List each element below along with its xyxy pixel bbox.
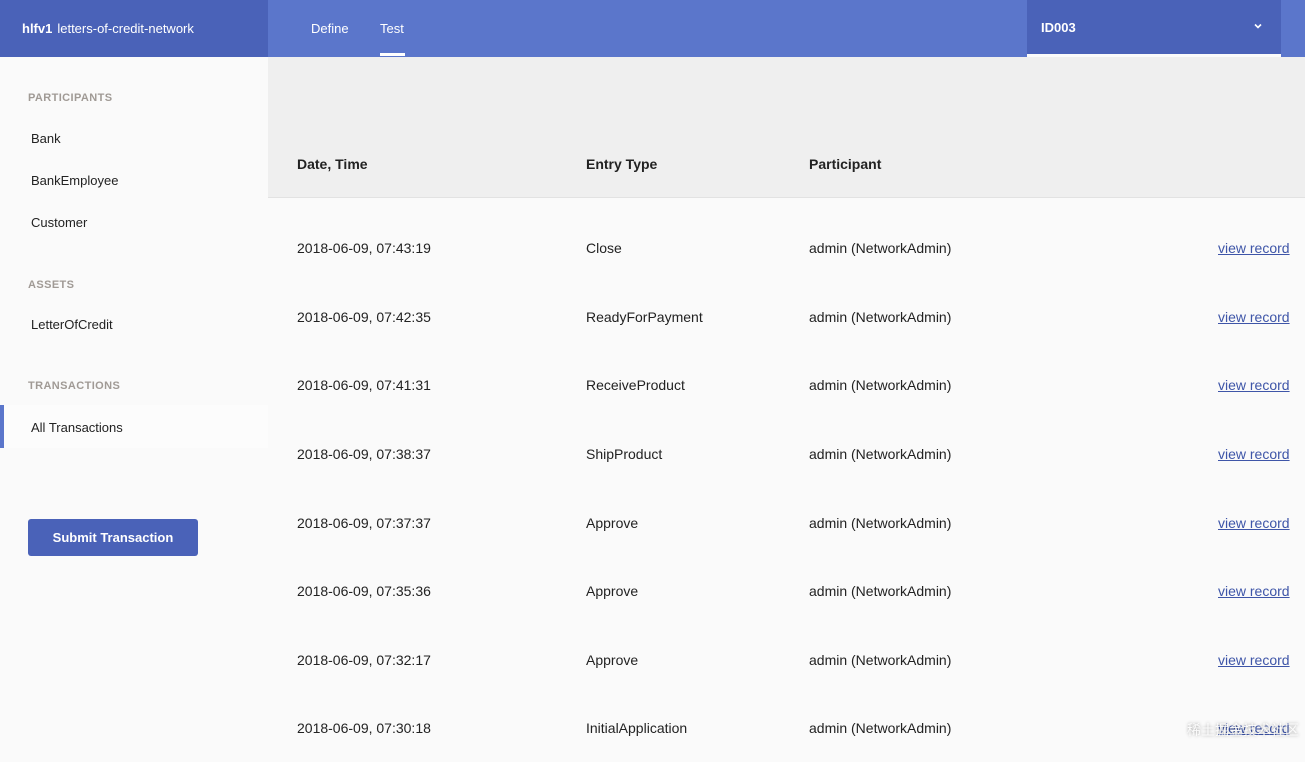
sidebar-item-all-transactions[interactable]: All Transactions [31,420,123,435]
table-row: 2018-06-09, 07:35:36 Approve admin (Netw… [268,556,1305,625]
cell-datetime: 2018-06-09, 07:35:36 [297,556,431,625]
participants-section-title: PARTICIPANTS [28,92,112,104]
active-tab-indicator [380,53,405,56]
brand[interactable]: hlfv1 letters-of-credit-network [0,0,268,57]
cell-entry-type: ReadyForPayment [586,282,703,351]
view-record-link[interactable]: view record [1218,282,1290,351]
tab-test[interactable]: Test [380,0,404,57]
view-record-link[interactable]: view record [1218,625,1290,694]
identity-dropdown[interactable]: ID003 [1027,0,1281,54]
cell-entry-type: Approve [586,556,638,625]
cell-datetime: 2018-06-09, 07:37:37 [297,488,431,557]
cell-datetime: 2018-06-09, 07:38:37 [297,419,431,488]
brand-network-name: letters-of-credit-network [57,21,194,36]
view-record-link[interactable]: view record [1218,213,1290,282]
cell-entry-type: InitialApplication [586,693,687,762]
table-row: 2018-06-09, 07:41:31 ReceiveProduct admi… [268,350,1305,419]
active-item-indicator [0,405,4,448]
cell-participant: admin (NetworkAdmin) [809,350,951,419]
cell-participant: admin (NetworkAdmin) [809,213,951,282]
cell-participant: admin (NetworkAdmin) [809,556,951,625]
table-row: 2018-06-09, 07:32:17 Approve admin (Netw… [268,625,1305,694]
table-row: 2018-06-09, 07:30:18 InitialApplication … [268,693,1305,746]
cell-participant: admin (NetworkAdmin) [809,488,951,557]
cell-entry-type: ReceiveProduct [586,350,685,419]
table-row: 2018-06-09, 07:38:37 ShipProduct admin (… [268,419,1305,488]
cell-datetime: 2018-06-09, 07:30:18 [297,693,431,762]
sidebar-item-bankemployee[interactable]: BankEmployee [31,173,118,188]
cell-datetime: 2018-06-09, 07:41:31 [297,350,431,419]
cell-entry-type: Close [586,213,622,282]
sidebar-item-letterofcredit[interactable]: LetterOfCredit [31,317,113,332]
table-row: 2018-06-09, 07:43:19 Close admin (Networ… [268,213,1305,282]
cell-participant: admin (NetworkAdmin) [809,419,951,488]
view-record-link[interactable]: view record [1218,419,1290,488]
view-record-link[interactable]: view record [1218,556,1290,625]
sidebar-item-bank[interactable]: Bank [31,131,61,146]
cell-participant: admin (NetworkAdmin) [809,625,951,694]
cell-entry-type: ShipProduct [586,419,662,488]
cell-participant: admin (NetworkAdmin) [809,282,951,351]
column-header-datetime[interactable]: Date, Time [297,156,368,172]
column-header-entry-type[interactable]: Entry Type [586,156,657,172]
cell-datetime: 2018-06-09, 07:43:19 [297,213,431,282]
table-row: 2018-06-09, 07:42:35 ReadyForPayment adm… [268,282,1305,351]
cell-participant: admin (NetworkAdmin) [809,693,951,762]
sidebar-item-customer[interactable]: Customer [31,215,87,230]
sidebar: PARTICIPANTS Bank BankEmployee Customer … [0,57,268,746]
table-row: 2018-06-09, 07:37:37 Approve admin (Netw… [268,488,1305,557]
identity-value: ID003 [1041,20,1076,35]
brand-env: hlfv1 [22,21,52,36]
tab-define[interactable]: Define [311,0,349,57]
cell-datetime: 2018-06-09, 07:32:17 [297,625,431,694]
cell-entry-type: Approve [586,625,638,694]
column-header-participant[interactable]: Participant [809,156,881,172]
view-record-link[interactable]: view record [1218,350,1290,419]
transactions-section-title: TRANSACTIONS [28,380,120,392]
table-header: Date, Time Entry Type Participant [268,57,1305,198]
cell-entry-type: Approve [586,488,638,557]
view-record-link[interactable]: view record [1218,488,1290,557]
watermark: 稀土掘金技术社区 [1187,720,1299,740]
submit-transaction-button[interactable]: Submit Transaction [28,519,198,556]
top-bar: hlfv1 letters-of-credit-network Define T… [0,0,1305,57]
cell-datetime: 2018-06-09, 07:42:35 [297,282,431,351]
assets-section-title: ASSETS [28,279,74,291]
chevron-down-icon [1253,21,1263,31]
